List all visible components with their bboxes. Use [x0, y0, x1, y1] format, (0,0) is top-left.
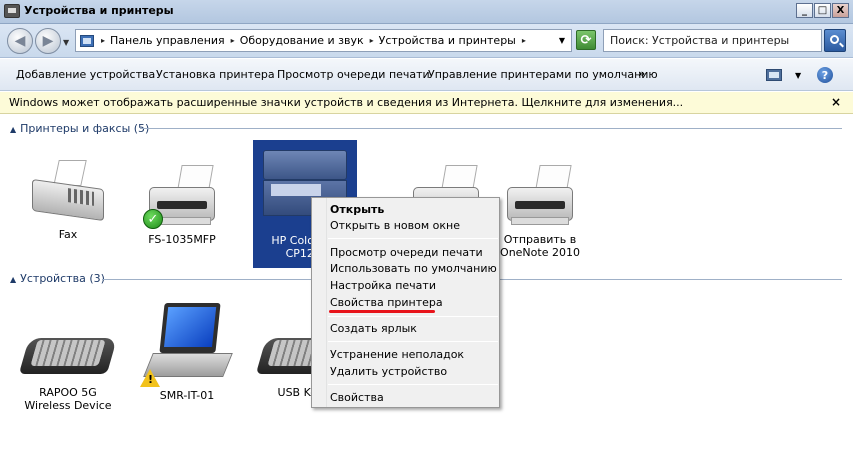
collapse-icon[interactable]: ▲: [10, 125, 16, 134]
refresh-button[interactable]: ⟳: [576, 30, 596, 50]
menu-item-set-default[interactable]: Использовать по умолчанию: [330, 262, 497, 275]
menu-item-create-shortcut[interactable]: Создать ярлык: [330, 322, 417, 335]
address-dropdown-icon[interactable]: ▼: [559, 36, 565, 45]
breadcrumb-control-panel[interactable]: Панель управления: [110, 34, 225, 47]
group-header-devices[interactable]: ▲ Устройства (3): [10, 272, 105, 285]
info-bar-message[interactable]: Windows может отображать расширенные зна…: [9, 96, 683, 109]
window-controls: _ □ X: [796, 3, 849, 18]
maximize-button[interactable]: □: [814, 3, 831, 18]
device-rapoo-keyboard[interactable]: RAPOO 5G Wireless Device: [16, 320, 120, 412]
menu-item-remove-device[interactable]: Удалить устройство: [330, 365, 447, 378]
window-title: Устройства и принтеры: [24, 4, 174, 17]
menu-item-properties[interactable]: Свойства: [330, 391, 384, 404]
control-panel-icon: [80, 34, 94, 47]
menu-item-open[interactable]: Открыть: [330, 203, 384, 216]
history-dropdown-icon[interactable]: ▼: [63, 38, 69, 47]
command-bar: Добавление устройства Установка принтера…: [0, 59, 853, 91]
navigation-bar: ◀ ▶ ▼ ▸ Панель управления ▸ Оборудование…: [0, 24, 853, 58]
menu-item-troubleshoot[interactable]: Устранение неполадок: [330, 348, 464, 361]
printer-icon: ✓: [143, 165, 221, 229]
context-menu: Открыть Открыть в новом окне Просмотр оч…: [311, 197, 500, 408]
close-button[interactable]: X: [832, 3, 849, 18]
device-label: FS-1035MFP: [148, 233, 216, 246]
fax-icon: [28, 160, 108, 224]
chevron-right-icon[interactable]: ▸: [522, 36, 526, 45]
title-bar: Устройства и принтеры _ □ X: [0, 0, 853, 24]
close-icon[interactable]: ×: [831, 95, 841, 109]
menu-separator: [328, 238, 498, 239]
device-onenote[interactable]: Отправить в OneNote 2010: [488, 165, 592, 259]
menu-item-printer-properties[interactable]: Свойства принтера: [330, 296, 443, 309]
menu-separator: [328, 316, 498, 317]
breadcrumb-devices-printers[interactable]: Устройства и принтеры: [379, 34, 516, 47]
help-icon[interactable]: ?: [817, 67, 833, 83]
menu-item-open-new-window[interactable]: Открыть в новом окне: [330, 219, 460, 232]
laptop-icon: [140, 303, 233, 387]
info-bar[interactable]: Windows может отображать расширенные зна…: [0, 92, 853, 114]
keyboard-icon: [18, 320, 118, 382]
chevron-right-icon[interactable]: ▸: [231, 36, 235, 45]
collapse-icon[interactable]: ▲: [10, 275, 16, 284]
menu-separator: [328, 384, 498, 385]
device-label: SMR-IT-01: [159, 389, 215, 402]
divider: [140, 128, 842, 129]
add-device-button[interactable]: Добавление устройства: [16, 68, 155, 81]
group-header-printers[interactable]: ▲ Принтеры и факсы (5): [10, 122, 149, 135]
device-smr-it-01[interactable]: SMR-IT-01: [135, 303, 239, 402]
forward-button[interactable]: ▶: [35, 28, 61, 54]
breadcrumb-hardware-sound[interactable]: Оборудование и звук: [240, 34, 364, 47]
manage-default-printers-button[interactable]: Управление принтерами по умолчанию: [428, 68, 658, 81]
print-queue-button[interactable]: Просмотр очереди печати: [277, 68, 430, 81]
menu-item-print-queue[interactable]: Просмотр очереди печати: [330, 246, 483, 259]
warning-icon: [140, 369, 160, 387]
device-fs-1035mfp[interactable]: ✓ FS-1035MFP: [130, 165, 234, 246]
more-commands-button[interactable]: »: [638, 67, 645, 80]
devices-printers-icon: [4, 4, 20, 18]
chevron-right-icon[interactable]: ▸: [101, 36, 105, 45]
menu-item-printing-preferences[interactable]: Настройка печати: [330, 279, 436, 292]
change-view-icon[interactable]: [766, 69, 782, 81]
printer-icon: [501, 165, 579, 229]
minimize-button[interactable]: _: [796, 3, 813, 18]
search-icon: [829, 35, 839, 44]
add-printer-button[interactable]: Установка принтера: [156, 68, 275, 81]
device-label: RAPOO 5G Wireless Device: [24, 386, 112, 412]
search-button[interactable]: [824, 29, 846, 52]
view-dropdown-icon[interactable]: ▼: [795, 71, 801, 80]
address-bar[interactable]: ▸ Панель управления ▸ Оборудование и зву…: [75, 29, 572, 52]
highlight-underline: [329, 310, 435, 313]
device-label: Отправить в OneNote 2010: [500, 233, 580, 259]
search-input[interactable]: Поиск: Устройства и принтеры: [603, 29, 822, 52]
back-button[interactable]: ◀: [7, 28, 33, 54]
menu-separator: [328, 341, 498, 342]
device-fax[interactable]: Fax: [16, 160, 120, 241]
device-label: Fax: [58, 228, 78, 241]
default-check-icon: ✓: [143, 209, 163, 229]
chevron-right-icon[interactable]: ▸: [370, 36, 374, 45]
